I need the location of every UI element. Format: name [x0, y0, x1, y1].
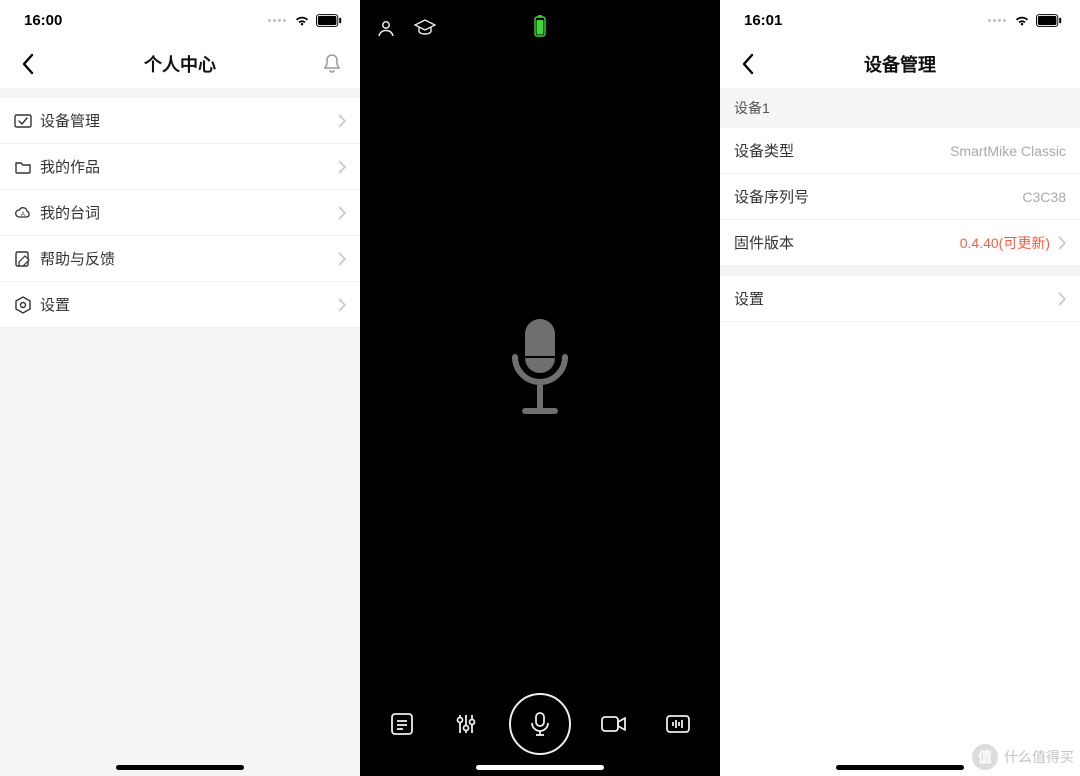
- status-bar: 16:01: [720, 0, 1080, 40]
- camera-button[interactable]: [593, 703, 635, 745]
- record-button[interactable]: [509, 693, 571, 755]
- row-label: 设备类型: [734, 140, 950, 161]
- row-value: 0.4.40(可更新): [960, 233, 1050, 253]
- recorder-topbar: [360, 0, 720, 56]
- menu-item-help-feedback[interactable]: 帮助与反馈: [0, 236, 360, 282]
- device-check-icon: [14, 112, 32, 130]
- menu-item-my-works[interactable]: 我的作品: [0, 144, 360, 190]
- row-settings[interactable]: 设置: [720, 276, 1080, 322]
- graduation-cap-icon: [414, 18, 436, 38]
- home-indicator[interactable]: [116, 765, 244, 770]
- chevron-left-icon: [741, 53, 755, 75]
- battery-vertical-icon: [534, 15, 546, 37]
- chevron-right-icon: [338, 298, 346, 312]
- microphone-large-icon: [505, 315, 575, 425]
- menu-label: 我的作品: [40, 156, 330, 177]
- watermark-badge: 值: [972, 744, 998, 770]
- recorder-bottombar: [360, 684, 720, 776]
- chevron-right-icon: [1058, 292, 1066, 306]
- row-label: 设备序列号: [734, 186, 1022, 207]
- section-title: 设备1: [734, 98, 770, 118]
- row-value: SmartMike Classic: [950, 143, 1066, 159]
- page-title: 设备管理: [864, 51, 936, 77]
- sliders-icon: [452, 710, 480, 738]
- device-settings-list: 设置: [720, 276, 1080, 322]
- menu-item-device-mgmt[interactable]: 设备管理: [0, 98, 360, 144]
- watermark-text: 什么值得买: [1004, 747, 1074, 767]
- menu-label: 设备管理: [40, 110, 330, 131]
- waveform-icon: [664, 710, 692, 738]
- menu-item-my-scripts[interactable]: A 我的台词: [0, 190, 360, 236]
- status-time: 16:00: [24, 12, 62, 29]
- wifi-icon: [1014, 14, 1030, 26]
- gear-hex-icon: [14, 296, 32, 314]
- levels-button[interactable]: [445, 703, 487, 745]
- page-title: 个人中心: [144, 51, 216, 77]
- signal-dots-icon: [268, 19, 286, 22]
- home-indicator[interactable]: [476, 765, 604, 770]
- battery-icon: [1036, 14, 1062, 27]
- home-indicator[interactable]: [836, 765, 964, 770]
- chevron-left-icon: [21, 53, 35, 75]
- chevron-right-icon: [338, 206, 346, 220]
- status-bar: 16:00: [0, 0, 360, 40]
- device-info-list: 设备类型 SmartMike Classic 设备序列号 C3C38 固件版本 …: [720, 128, 1080, 266]
- divider: [0, 88, 360, 98]
- subtitle-button[interactable]: [381, 703, 423, 745]
- chevron-right-icon: [338, 252, 346, 266]
- menu-list: 设备管理 我的作品 A 我的台词 帮助与反馈 设置: [0, 98, 360, 328]
- recorder-preview: [360, 56, 720, 684]
- profile-button[interactable]: [376, 18, 396, 38]
- back-button[interactable]: [734, 50, 762, 78]
- back-button[interactable]: [14, 50, 42, 78]
- row-serial: 设备序列号 C3C38: [720, 174, 1080, 220]
- battery-icon: [316, 14, 342, 27]
- edit-doc-icon: [14, 250, 32, 268]
- row-value: C3C38: [1022, 189, 1066, 205]
- nav-bar: 设备管理: [720, 40, 1080, 88]
- subtitle-icon: [388, 710, 416, 738]
- menu-label: 帮助与反馈: [40, 248, 330, 269]
- empty-area: [720, 322, 1080, 776]
- status-right: [988, 14, 1062, 27]
- profile-icon: [376, 18, 396, 38]
- svg-text:A: A: [21, 212, 25, 218]
- empty-area: [0, 328, 360, 776]
- row-device-type: 设备类型 SmartMike Classic: [720, 128, 1080, 174]
- panel-device-mgmt: 16:01 设备管理 设备1 设备类型 SmartMike Classic 设备…: [720, 0, 1080, 776]
- watermark: 值 什么值得买: [972, 744, 1074, 770]
- panel-recorder: [360, 0, 720, 776]
- folder-icon: [14, 158, 32, 176]
- video-camera-icon: [599, 710, 629, 738]
- menu-label: 我的台词: [40, 202, 330, 223]
- waveform-button[interactable]: [657, 703, 699, 745]
- status-right: [268, 14, 342, 27]
- menu-item-settings[interactable]: 设置: [0, 282, 360, 328]
- tutorial-button[interactable]: [414, 18, 436, 38]
- divider: [720, 266, 1080, 276]
- nav-bar: 个人中心: [0, 40, 360, 88]
- menu-label: 设置: [40, 294, 330, 315]
- bell-icon: [322, 53, 342, 75]
- panel-personal-center: 16:00 个人中心 设备管理 我的: [0, 0, 360, 776]
- notifications-button[interactable]: [318, 50, 346, 78]
- chevron-right-icon: [338, 160, 346, 174]
- chevron-right-icon: [1058, 236, 1066, 250]
- cloud-a-icon: A: [14, 204, 32, 222]
- wifi-icon: [294, 14, 310, 26]
- signal-dots-icon: [988, 19, 1006, 22]
- status-time: 16:01: [744, 12, 782, 29]
- microphone-icon: [526, 710, 554, 738]
- row-label: 固件版本: [734, 232, 960, 253]
- row-label: 设置: [734, 288, 1050, 309]
- row-firmware[interactable]: 固件版本 0.4.40(可更新): [720, 220, 1080, 266]
- mic-battery-indicator: [534, 15, 546, 42]
- section-header-device1: 设备1: [720, 88, 1080, 128]
- chevron-right-icon: [338, 114, 346, 128]
